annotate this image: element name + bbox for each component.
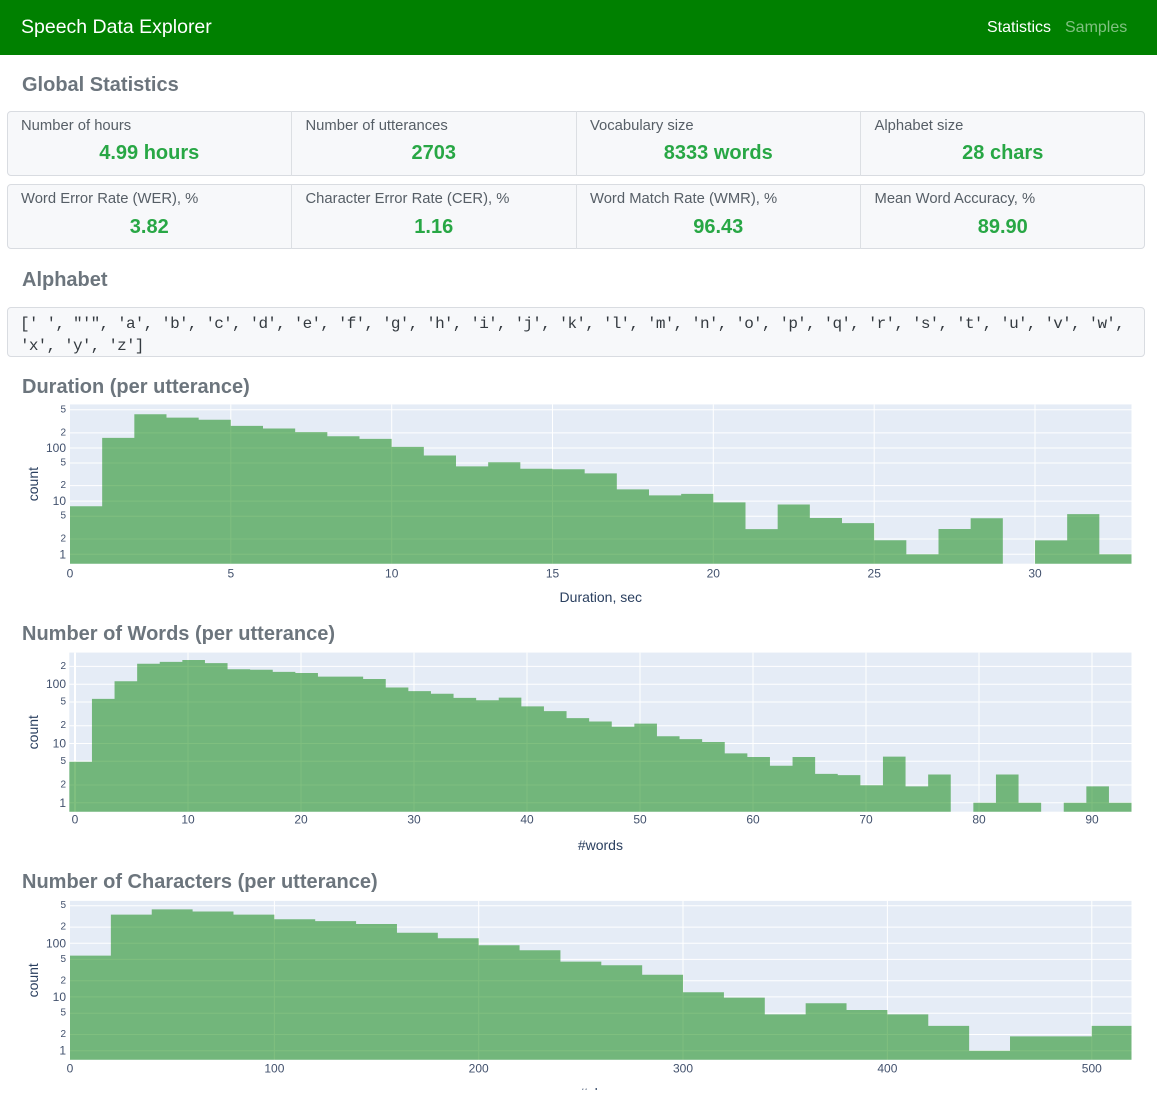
svg-text:5: 5 [227,567,234,581]
svg-text:count: count [25,715,41,749]
svg-text:2: 2 [60,780,66,791]
svg-text:0: 0 [72,813,79,827]
svg-text:10: 10 [385,567,399,581]
svg-text:2: 2 [60,661,66,672]
svg-text:10: 10 [53,494,67,508]
svg-text:200: 200 [469,1061,489,1075]
svg-text:5: 5 [60,511,66,522]
svg-text:70: 70 [859,813,873,827]
svg-text:2: 2 [60,1029,66,1040]
svg-text:1: 1 [59,547,66,561]
svg-text:15: 15 [546,567,560,581]
svg-text:20: 20 [294,813,308,827]
svg-text:10: 10 [181,813,195,827]
svg-text:5: 5 [60,954,66,965]
svg-text:40: 40 [520,813,534,827]
svg-text:count: count [25,963,41,997]
svg-text:20: 20 [707,567,721,581]
svg-text:25: 25 [868,567,882,581]
svg-text:100: 100 [46,936,66,950]
svg-text:100: 100 [46,677,66,691]
svg-text:2: 2 [60,427,66,438]
svg-text:5: 5 [60,1008,66,1019]
svg-text:2: 2 [60,534,66,545]
svg-text:50: 50 [633,813,647,827]
svg-text:60: 60 [746,813,760,827]
svg-text:#words: #words [578,837,623,853]
svg-text:30: 30 [407,813,421,827]
svg-text:Duration, sec: Duration, sec [560,589,642,605]
svg-text:100: 100 [46,441,66,455]
svg-text:1: 1 [59,796,66,810]
svg-text:5: 5 [60,458,66,469]
svg-text:1: 1 [59,1044,66,1058]
svg-text:2: 2 [60,922,66,933]
svg-text:5: 5 [60,697,66,708]
svg-text:0: 0 [67,567,74,581]
svg-text:80: 80 [972,813,986,827]
svg-text:5: 5 [60,756,66,767]
svg-text:2: 2 [60,975,66,986]
svg-text:30: 30 [1028,567,1042,581]
svg-text:2: 2 [60,720,66,731]
svg-text:count: count [25,467,41,501]
svg-text:10: 10 [53,990,67,1004]
svg-text:5: 5 [60,404,66,415]
svg-text:300: 300 [673,1061,693,1075]
svg-text:10: 10 [53,737,67,751]
svg-text:5: 5 [60,900,66,911]
svg-text:0: 0 [67,1061,74,1075]
svg-text:90: 90 [1085,813,1099,827]
svg-text:100: 100 [264,1061,284,1075]
svg-text:400: 400 [877,1061,897,1075]
svg-text:500: 500 [1082,1061,1102,1075]
svg-text:2: 2 [60,480,66,491]
